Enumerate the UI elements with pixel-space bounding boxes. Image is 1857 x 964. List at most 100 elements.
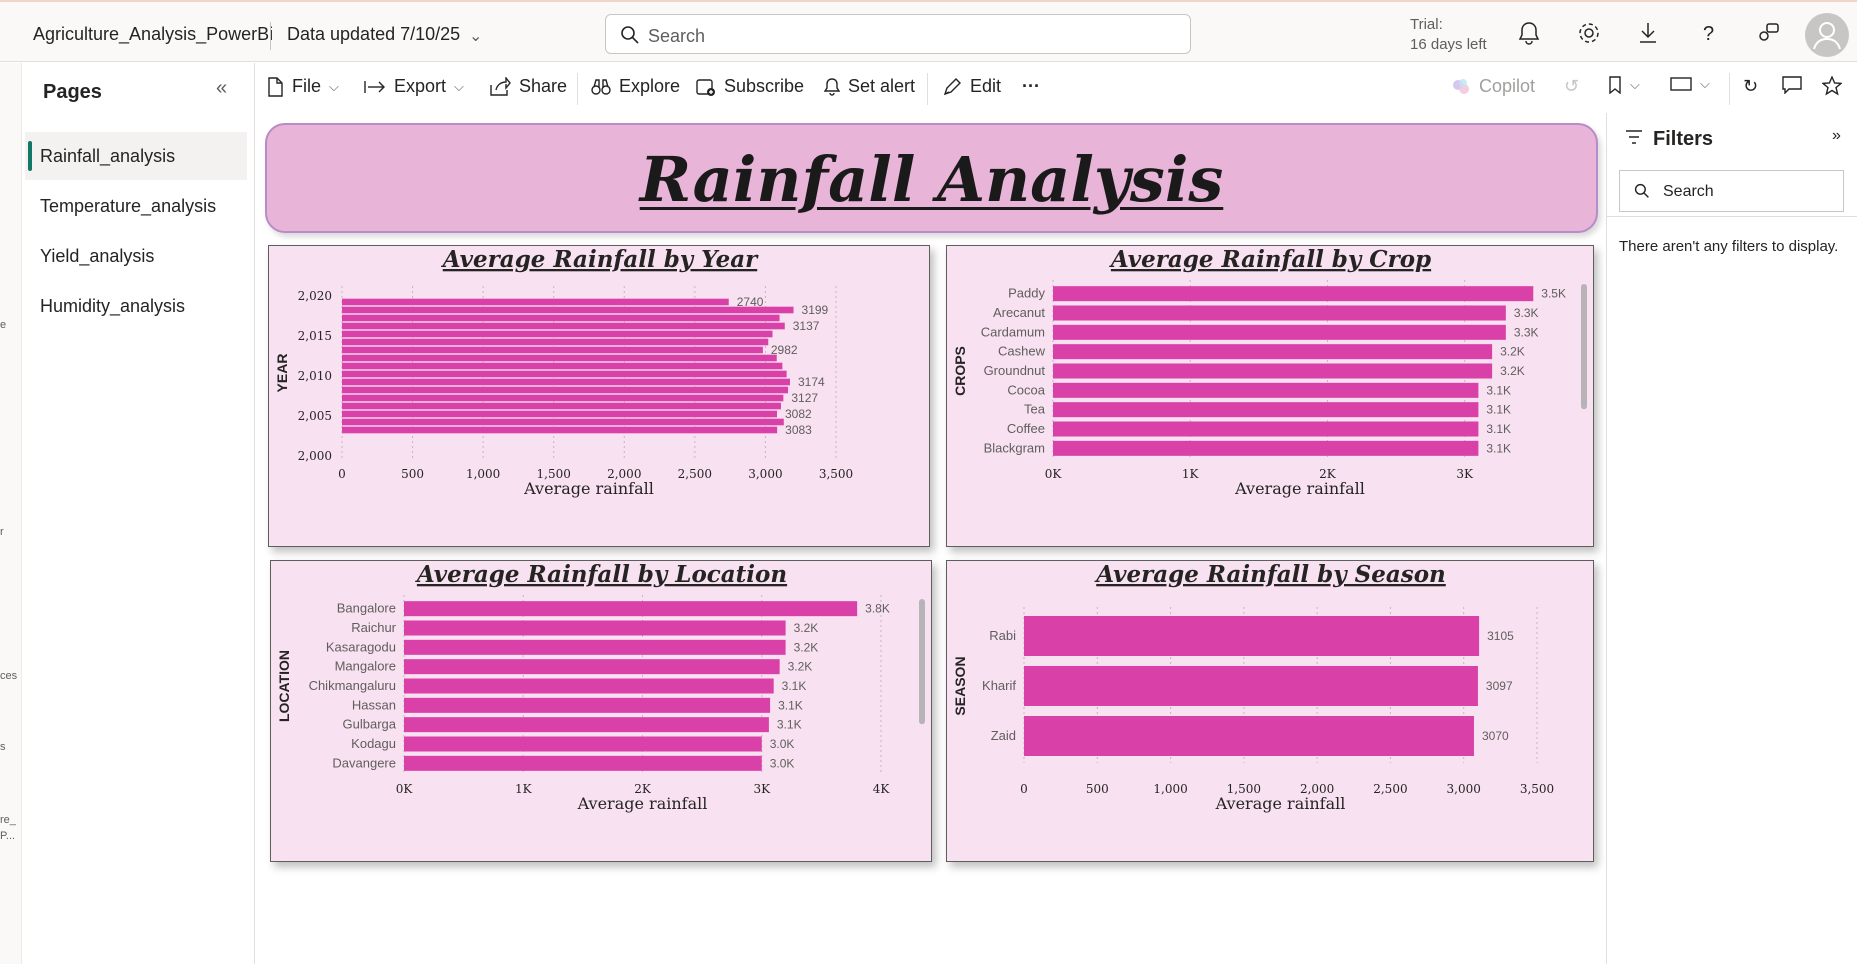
data-label: 3.1K (782, 679, 807, 693)
view-menu[interactable]: ⌵ (1670, 76, 1710, 92)
bar (1024, 716, 1474, 756)
category-label: Cashew (998, 344, 1046, 359)
category-label: Cardamum (981, 324, 1045, 339)
category-label: Tea (1024, 402, 1046, 417)
share-label: Share (519, 76, 568, 96)
report-name[interactable]: Agriculture_Analysis_PowerBi (33, 24, 273, 45)
chart-title: Average Rainfall by Crop (1109, 246, 1431, 273)
data-label: 3.5K (1541, 287, 1566, 301)
star-icon (1822, 76, 1842, 96)
chart-rainfall-by-season[interactable]: Average Rainfall by Season 0 500 1,000 1,500… (946, 560, 1594, 862)
search-icon (621, 26, 639, 44)
rail-fragment[interactable]: re_ (0, 814, 16, 826)
file-menu[interactable]: File ⌵ (266, 76, 339, 97)
edit-label: Edit (970, 76, 1002, 96)
rail-fragment[interactable]: s (0, 741, 6, 753)
y-axis-label: SEASON (952, 656, 968, 715)
divider (927, 73, 928, 105)
rail-fragment[interactable]: e (0, 319, 6, 331)
scrollbar (919, 599, 925, 725)
data-label: 3.2K (1500, 345, 1525, 359)
data-label: 3097 (1486, 679, 1513, 693)
chevron-down-icon: ⌵ (1630, 77, 1640, 92)
category-label: Raichur (351, 620, 396, 635)
page-item-humidity[interactable]: Humidity_analysis (25, 282, 247, 330)
category-label: Chikmangaluru (309, 678, 396, 693)
bar (1053, 286, 1534, 302)
data-label: 3199 (802, 303, 829, 317)
y-tick-label: 2,015 (298, 329, 332, 343)
filter-icon (1626, 130, 1642, 144)
bar (1053, 344, 1493, 360)
edit-button[interactable]: Edit (942, 76, 1001, 97)
reset-icon[interactable]: ↺ (1564, 76, 1579, 97)
chart-rainfall-by-location[interactable]: Average Rainfall by Location 0K 1K 2K 3K 4K Av… (270, 560, 932, 862)
export-label: Export (394, 76, 447, 96)
gear-icon[interactable] (1576, 20, 1602, 46)
subscribe-button[interactable]: Subscribe (696, 76, 804, 97)
bookmark-menu[interactable]: ⌵ (1608, 76, 1640, 94)
data-label: 3.1K (777, 718, 802, 732)
export-menu[interactable]: Export ⌵ (364, 76, 464, 97)
filters-empty-message: There aren't any filters to display. (1619, 238, 1839, 255)
bar (1024, 666, 1478, 706)
search-input[interactable]: Search (605, 14, 1191, 54)
share-button[interactable]: Share (489, 76, 567, 97)
page-item-rainfall[interactable]: Rainfall_analysis (25, 132, 247, 180)
explore-label: Explore (619, 76, 681, 96)
rail-fragment[interactable]: P... (0, 830, 15, 842)
report-title: Rainfall Analysis (639, 143, 1224, 216)
set-alert-button[interactable]: Set alert (824, 76, 915, 97)
chevron-down-icon: ⌵ (1700, 76, 1710, 91)
bar-chart-location: Average Rainfall by Location0K 1K 2K 3K 4KAv… (276, 561, 925, 813)
data-label: 3.0K (770, 737, 795, 751)
data-label: 3.3K (1514, 306, 1539, 320)
category-label: Groundnut (984, 363, 1046, 378)
avatar[interactable] (1805, 13, 1849, 57)
category-label: Blackgram (984, 440, 1045, 455)
expand-icon[interactable]: » (1832, 127, 1841, 145)
data-updated-label[interactable]: Data updated 7/10/25 (287, 24, 460, 45)
chart-rainfall-by-crop[interactable]: Average Rainfall by Crop 0K 1K 2K 3K Average … (946, 245, 1594, 547)
bar (342, 426, 778, 434)
bar (342, 394, 784, 402)
download-icon[interactable] (1635, 20, 1661, 46)
explore-button[interactable]: Explore (591, 76, 680, 97)
filters-pane: Filters » Search There aren't any filter… (1606, 113, 1857, 964)
rail-fragment[interactable]: r (0, 526, 4, 538)
subscribe-icon (696, 78, 715, 96)
data-label: 3174 (798, 375, 825, 389)
x-tick-label: 3,500 (1520, 782, 1554, 796)
scrollbar (1581, 284, 1587, 410)
collapse-icon[interactable]: « (216, 77, 227, 100)
feedback-icon[interactable] (1755, 20, 1781, 46)
x-tick-label: 3K (753, 782, 771, 796)
copilot-button[interactable]: Copilot (1451, 76, 1535, 97)
search-icon (1634, 183, 1649, 198)
comment-button[interactable] (1782, 76, 1802, 94)
chart-title: Average Rainfall by Season (1094, 561, 1446, 588)
more-options-button[interactable]: ··· (1022, 76, 1040, 97)
chart-rainfall-by-year[interactable]: Average Rainfall by Year 0 500 1,000 1,500 2,… (268, 245, 930, 547)
divider (270, 22, 271, 50)
refresh-icon[interactable]: ↻ (1743, 76, 1758, 97)
chevron-down-icon[interactable]: ⌄ (469, 26, 482, 46)
data-label: 3.2K (794, 621, 819, 635)
data-label: 3127 (791, 391, 818, 405)
filter-search-input[interactable]: Search (1619, 170, 1844, 212)
favorite-button[interactable] (1822, 76, 1842, 96)
bell-icon[interactable] (1516, 20, 1542, 46)
y-axis-label: YEAR (274, 354, 290, 393)
page-item-yield[interactable]: Yield_analysis (25, 232, 247, 280)
bar (342, 330, 773, 338)
rail-fragment[interactable]: ces (0, 670, 17, 682)
page-item-temperature[interactable]: Temperature_analysis (25, 182, 247, 230)
data-label: 3.1K (1486, 422, 1511, 436)
help-icon[interactable]: ? (1695, 20, 1721, 46)
x-tick-label: 0K (396, 782, 414, 796)
x-tick-label: 500 (401, 467, 424, 481)
x-tick-label: 3,500 (819, 467, 853, 481)
x-axis-label: Average rainfall (523, 479, 654, 498)
view-icon (1670, 77, 1692, 91)
category-label: Kharif (982, 678, 1016, 693)
